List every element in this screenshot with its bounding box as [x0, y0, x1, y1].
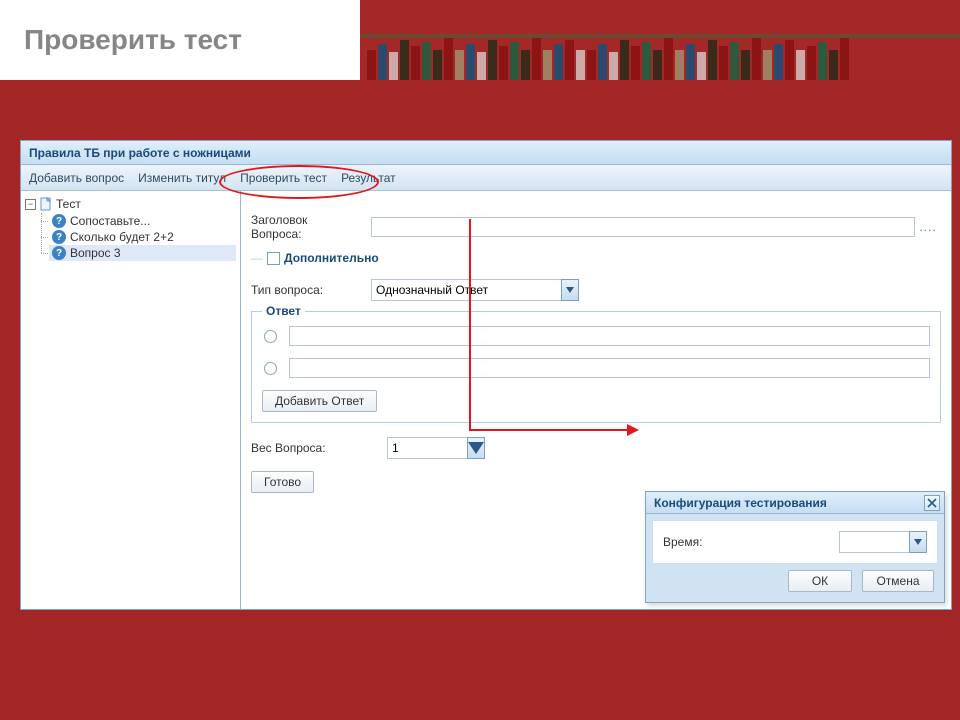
dialog-title: Конфигурация тестирования [654, 496, 827, 510]
dialog-body: Время: [652, 520, 938, 564]
time-label: Время: [663, 535, 702, 549]
add-answer-button[interactable]: Добавить Ответ [262, 390, 377, 412]
config-dialog: Конфигурация тестирования Время: [645, 491, 945, 603]
page-title: Проверить тест [24, 24, 242, 56]
file-icon [39, 197, 53, 211]
cancel-button[interactable]: Отмена [862, 570, 934, 592]
toolbar-result[interactable]: Результат [341, 171, 396, 185]
ok-button[interactable]: ОК [788, 570, 852, 592]
answer-input-1[interactable] [289, 358, 930, 378]
done-button[interactable]: Готово [251, 471, 314, 493]
tree-item-label: Сопоставьте... [70, 214, 150, 228]
weight-label: Вес Вопроса: [251, 441, 371, 455]
app-window: Правила ТБ при работе с ножницами Добави… [20, 140, 952, 610]
tree-item-0[interactable]: ? Сопоставьте... [49, 213, 236, 229]
done-row: Готово [251, 471, 941, 493]
question-icon: ? [52, 246, 66, 260]
tree-item-1[interactable]: ? Сколько будет 2+2 [49, 229, 236, 245]
question-icon: ? [52, 230, 66, 244]
type-combo[interactable] [371, 279, 579, 301]
slide: Проверить тест [0, 0, 960, 720]
title-row: Заголовок Вопроса: .... [251, 213, 941, 241]
type-label: Тип вопроса: [251, 283, 371, 297]
question-icon: ? [52, 214, 66, 228]
tree-root[interactable]: − Тест [25, 197, 236, 211]
answer-legend: Ответ [262, 304, 305, 318]
title-input[interactable] [371, 217, 915, 237]
tree-item-2[interactable]: ? Вопрос 3 [49, 245, 236, 261]
tree-panel: − Тест ? Сопоставьте... ? Сколько будет … [21, 191, 241, 609]
toolbar-check-test[interactable]: Проверить тест [240, 171, 327, 185]
tree-item-label: Сколько будет 2+2 [70, 230, 174, 244]
weight-spinner[interactable] [387, 437, 485, 459]
ellipsis-button[interactable]: .... [915, 220, 941, 234]
tree-children: ? Сопоставьте... ? Сколько будет 2+2 ? В… [49, 213, 236, 261]
window-title: Правила ТБ при работе с ножницами [21, 141, 951, 165]
answer-radio-0[interactable] [264, 330, 277, 343]
content: − Тест ? Сопоставьте... ? Сколько будет … [21, 191, 951, 609]
title-label: Заголовок Вопроса: [251, 213, 371, 241]
additional-label: Дополнительно [284, 251, 379, 265]
close-icon[interactable] [924, 495, 940, 511]
toolbar-change-title[interactable]: Изменить титул [138, 171, 226, 185]
answer-row-1 [262, 358, 930, 378]
form-panel: Заголовок Вопроса: .... — Дополнительно … [241, 191, 951, 609]
answer-fieldset: Ответ Добавить Ответ [251, 311, 941, 423]
type-combo-input[interactable] [371, 279, 561, 301]
title-label-line1: Заголовок [251, 213, 371, 227]
time-input[interactable] [839, 531, 909, 553]
time-combo[interactable] [839, 531, 927, 553]
banner-image [360, 0, 960, 80]
answer-row-0 [262, 326, 930, 346]
weight-input[interactable] [387, 437, 467, 459]
chevron-down-icon[interactable] [467, 437, 485, 459]
tree-item-label: Вопрос 3 [70, 246, 121, 260]
tree-root-label: Тест [56, 197, 81, 211]
type-row: Тип вопроса: [251, 279, 941, 301]
additional-checkbox[interactable] [267, 252, 280, 265]
additional-row: — Дополнительно [251, 251, 941, 265]
answer-radio-1[interactable] [264, 362, 277, 375]
body-area: Правила ТБ при работе с ножницами Добави… [0, 80, 960, 720]
title-label-line2: Вопроса: [251, 227, 371, 241]
chevron-down-icon[interactable] [561, 279, 579, 301]
weight-row: Вес Вопроса: [251, 437, 941, 459]
toolbar: Добавить вопрос Изменить титул Проверить… [21, 165, 951, 191]
dialog-footer: ОК Отмена [646, 570, 944, 602]
divider: — [251, 251, 263, 265]
toolbar-add-question[interactable]: Добавить вопрос [29, 171, 124, 185]
dialog-title-bar: Конфигурация тестирования [646, 492, 944, 514]
chevron-down-icon[interactable] [909, 531, 927, 553]
collapse-icon[interactable]: − [25, 199, 36, 210]
answer-input-0[interactable] [289, 326, 930, 346]
